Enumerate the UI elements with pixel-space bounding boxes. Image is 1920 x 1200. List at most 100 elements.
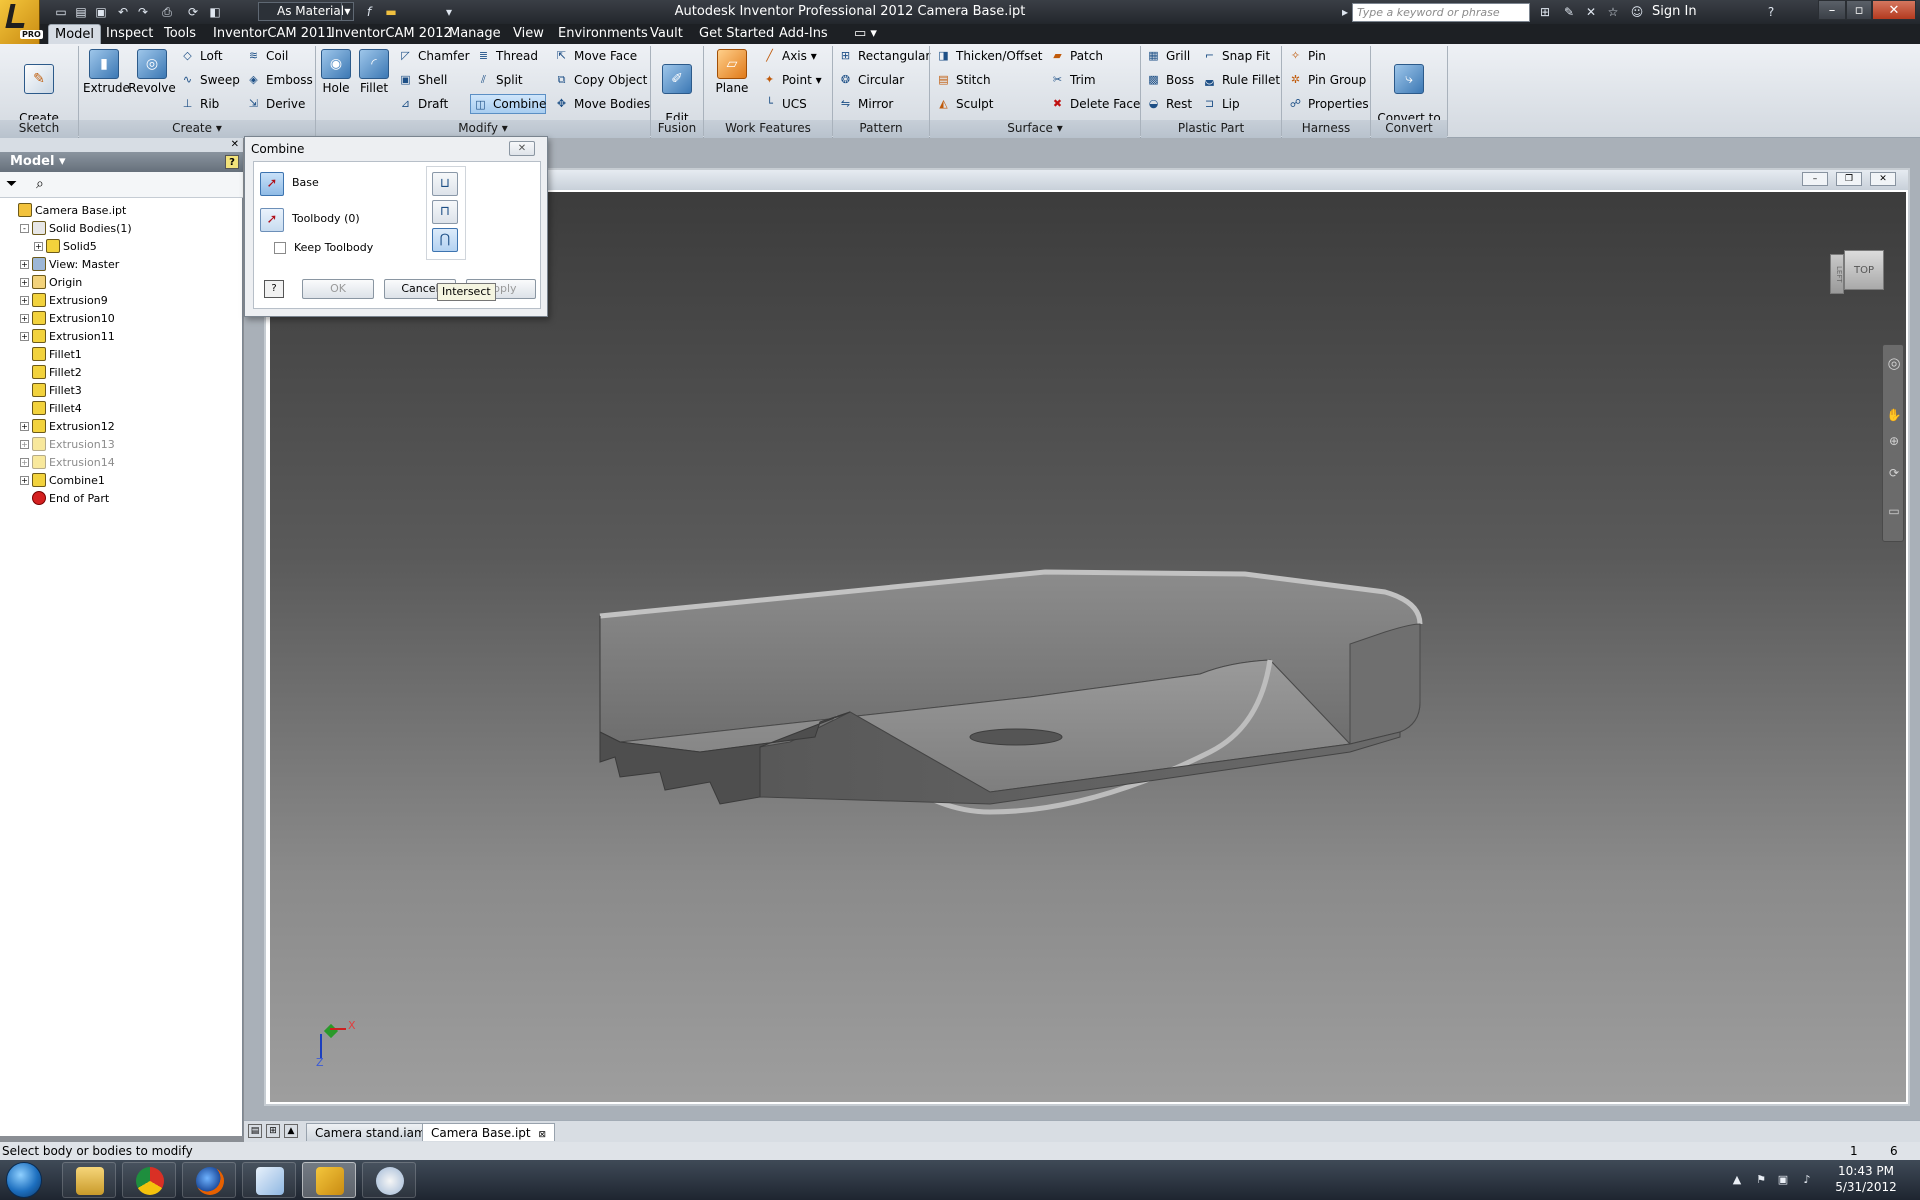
intersect-operation-button[interactable]: ⋂ <box>432 228 458 252</box>
volume-icon[interactable]: ♪ <box>1800 1173 1814 1187</box>
cut-operation-button[interactable]: ⊓ <box>432 200 458 224</box>
delete-face-button[interactable]: ✖ Delete Face <box>1048 94 1141 114</box>
color-icon[interactable]: ▬ <box>382 3 400 21</box>
update-icon[interactable]: ⟳ <box>184 3 202 21</box>
open-documents-icon[interactable]: ▲ <box>284 1124 298 1138</box>
circular-pattern-button[interactable]: ❂ Circular <box>836 70 904 90</box>
start-button[interactable] <box>6 1162 42 1198</box>
sweep-button[interactable]: ∿ Sweep <box>178 70 240 90</box>
wrench-icon[interactable]: ✕ <box>1582 3 1600 21</box>
select-filter-icon[interactable]: ◧ <box>206 3 224 21</box>
close-button[interactable]: ✕ <box>1872 0 1916 20</box>
tree-item[interactable]: + Solid5 <box>34 238 97 256</box>
expand-icon[interactable]: + <box>20 296 29 305</box>
star-icon[interactable]: ☆ <box>1604 3 1622 21</box>
pan-icon[interactable]: ✋ <box>1886 407 1902 423</box>
new-file-icon[interactable]: ▭ <box>52 3 70 21</box>
expand-icon[interactable]: + <box>20 314 29 323</box>
tab-add-ins[interactable]: Add-Ins <box>773 24 834 44</box>
expand-icon[interactable]: + <box>34 242 43 251</box>
pin-button[interactable]: ✧ Pin <box>1286 46 1326 66</box>
taskbar-paint-button[interactable] <box>362 1162 416 1198</box>
snap-fit-button[interactable]: ⌐ Snap Fit <box>1200 46 1270 66</box>
tree-item[interactable]: Camera Base.ipt <box>6 202 126 220</box>
tab-inspect[interactable]: Inspect <box>100 24 159 44</box>
tree-item[interactable]: + Extrusion14 <box>20 454 115 472</box>
sign-in-link[interactable]: Sign In <box>1652 0 1697 24</box>
undo-icon[interactable]: ↶ <box>114 3 132 21</box>
point-button[interactable]: ✦ Point ▾ <box>760 70 822 90</box>
ribbon-options-icon[interactable]: ▭ ▾ <box>848 24 883 44</box>
extrude-button[interactable]: ▮ Extrude <box>83 46 130 96</box>
pin-group-button[interactable]: ✲ Pin Group <box>1286 70 1366 90</box>
expand-icon[interactable]: + <box>20 260 29 269</box>
grill-button[interactable]: ▦ Grill <box>1144 46 1190 66</box>
maximize-button[interactable]: ▫ <box>1846 0 1872 20</box>
redo-icon[interactable]: ↷ <box>134 3 152 21</box>
tools-icon[interactable]: ✎ <box>1560 3 1578 21</box>
sculpt-button[interactable]: ◭ Sculpt <box>934 94 993 114</box>
tab-manage[interactable]: Manage <box>443 24 507 44</box>
tab-inventorcam-2011[interactable]: InventorCAM 2011 <box>207 24 340 44</box>
doc-restore-button[interactable]: ❐ <box>1836 172 1862 186</box>
tab-vault[interactable]: Vault <box>644 24 689 44</box>
thicken-offset-button[interactable]: ◨ Thicken/Offset <box>934 46 1042 66</box>
doc-close-button[interactable]: ✕ <box>1870 172 1896 186</box>
binoculars-icon[interactable]: ⊞ <box>1536 3 1554 21</box>
doc-minimize-button[interactable]: – <box>1802 172 1828 186</box>
tree-item[interactable]: Fillet3 <box>20 382 82 400</box>
taskbar-firefox-button[interactable] <box>182 1162 236 1198</box>
derive-button[interactable]: ⇲ Derive <box>244 94 305 114</box>
tree-item[interactable]: + View: Master <box>20 256 119 274</box>
tree-item[interactable]: Fillet2 <box>20 364 82 382</box>
tree-item[interactable]: + Origin <box>20 274 82 292</box>
minimize-button[interactable]: – <box>1818 0 1846 20</box>
tree-item[interactable]: + Extrusion10 <box>20 310 115 328</box>
doc-tab-camera-stand[interactable]: Camera stand.iam <box>306 1123 435 1141</box>
ok-button[interactable]: OK <box>302 279 374 299</box>
taskbar-inventor-button[interactable] <box>302 1162 356 1198</box>
camera-base-model[interactable] <box>270 192 1906 1102</box>
expand-icon[interactable]: + <box>20 458 29 467</box>
rule-fillet-button[interactable]: ◛ Rule Fillet <box>1200 70 1280 90</box>
trim-button[interactable]: ✂ Trim <box>1048 70 1096 90</box>
browser-help-icon[interactable]: ? <box>225 155 239 169</box>
viewcube[interactable]: TOP LEFT <box>1828 244 1888 304</box>
tree-item[interactable]: End of Part <box>20 490 109 508</box>
move-face-button[interactable]: ⇱ Move Face <box>552 46 637 66</box>
application-menu-button[interactable]: PRO <box>0 0 43 44</box>
viewcube-top-face[interactable]: TOP <box>1844 250 1884 290</box>
split-button[interactable]: ⫽ Split <box>474 70 523 90</box>
tab-environments[interactable]: Environments <box>552 24 654 44</box>
tab-get-started[interactable]: Get Started <box>693 24 780 44</box>
mirror-button[interactable]: ⇋ Mirror <box>836 94 893 114</box>
hole-button[interactable]: ◉ Hole <box>318 46 354 96</box>
doc-tab-camera-base[interactable]: Camera Base.ipt ⊠ <box>422 1123 555 1141</box>
taskbar-chrome-button[interactable] <box>122 1162 176 1198</box>
coil-button[interactable]: ≋ Coil <box>244 46 289 66</box>
tab-model[interactable]: Model <box>48 24 102 44</box>
close-browser-icon[interactable]: ✕ <box>231 138 239 152</box>
plane-button[interactable]: ▱ Plane <box>708 46 756 96</box>
axis-button[interactable]: ╱ Axis ▾ <box>760 46 817 66</box>
tree-item[interactable]: - Solid Bodies(1) <box>20 220 132 238</box>
material-dropdown[interactable]: As Material ▼ <box>258 2 354 21</box>
customize-qat-icon[interactable]: ▾ <box>440 3 458 21</box>
taskbar-notepad-button[interactable] <box>242 1162 296 1198</box>
shell-button[interactable]: ▣ Shell <box>396 70 447 90</box>
tree-item[interactable]: + Extrusion13 <box>20 436 115 454</box>
collapse-icon[interactable]: - <box>20 224 29 233</box>
tree-item[interactable]: Fillet4 <box>20 400 82 418</box>
boss-button[interactable]: ▩ Boss <box>1144 70 1194 90</box>
lip-button[interactable]: ⊐ Lip <box>1200 94 1240 114</box>
tree-item[interactable]: Fillet1 <box>20 346 82 364</box>
fillet-button[interactable]: ◜ Fillet <box>356 46 392 96</box>
thread-button[interactable]: ≣ Thread <box>474 46 538 66</box>
filter-icon[interactable]: ⏷ <box>6 176 17 192</box>
look-at-icon[interactable]: ▭ <box>1886 503 1902 519</box>
steering-wheel-icon[interactable]: ◎ <box>1886 355 1902 371</box>
zoom-icon[interactable]: ⊕ <box>1886 433 1902 449</box>
move-bodies-button[interactable]: ✥ Move Bodies <box>552 94 650 114</box>
browser-header[interactable]: Model ▾ ? <box>0 152 243 172</box>
combine-button[interactable]: ◫ Combine <box>470 94 546 114</box>
